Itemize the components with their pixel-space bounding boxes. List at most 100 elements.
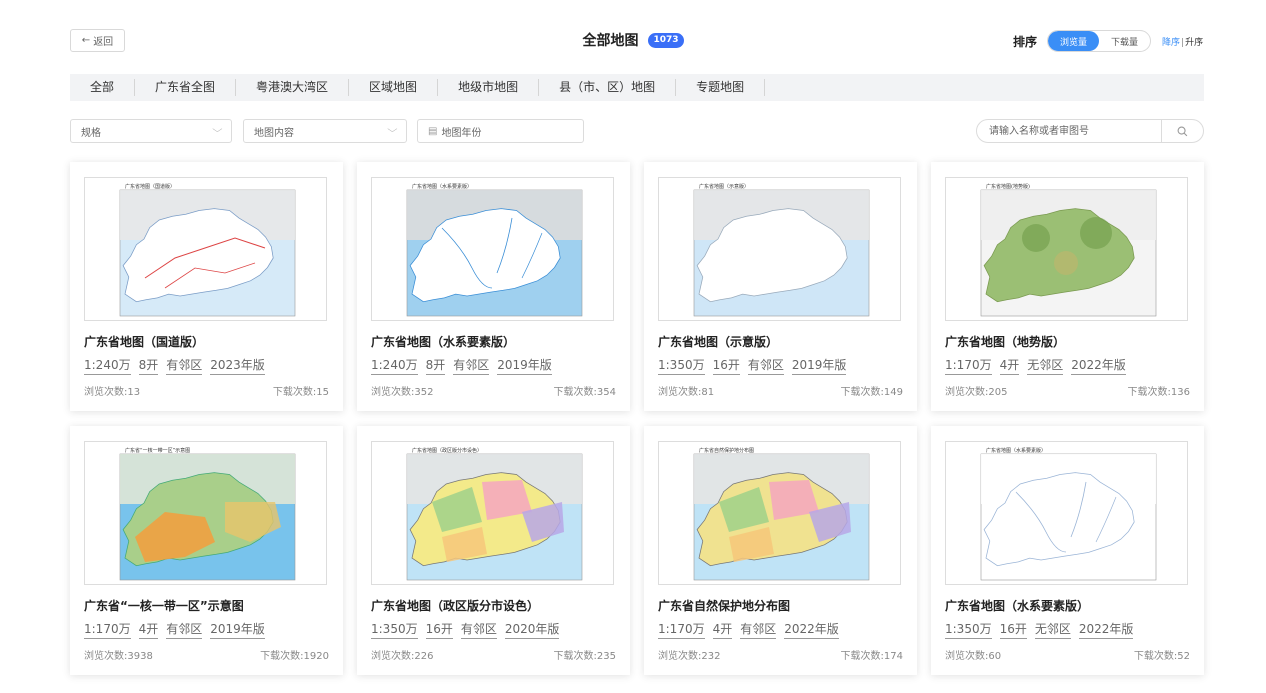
calendar-icon: ▤	[428, 125, 438, 137]
map-thumbnail[interactable]: 广东省地图（政区版分市设色）	[371, 441, 614, 585]
category-tab[interactable]: 全部	[70, 79, 136, 96]
scale-select[interactable]: 规格 ⌵	[70, 119, 232, 143]
view-count: 浏览次数:352	[371, 387, 434, 398]
category-nav: 全部 广东省全图 粤港澳大湾区 区域地图 地级市地图 县（市、区）地图 专题地图	[70, 74, 1204, 101]
map-title[interactable]: 广东省自然保护地分布图	[658, 597, 903, 614]
sort-controls: 排序 浏览量 下载量 降序|升序	[1013, 29, 1203, 53]
size-tag[interactable]: 8开	[138, 356, 159, 375]
scale-tag[interactable]: 1:170万	[658, 620, 705, 639]
map-title[interactable]: 广东省地图（地势版）	[945, 333, 1190, 350]
map-thumbnail[interactable]: 广东省地图（国道版）	[84, 177, 327, 321]
size-tag[interactable]: 16开	[999, 620, 1027, 639]
sort-toggle: 浏览量 下载量	[1047, 30, 1152, 52]
scale-tag[interactable]: 1:170万	[84, 620, 131, 639]
map-thumbnail[interactable]: 广东省地图（水系要素版）	[945, 441, 1188, 585]
year-tag[interactable]: 2022年版	[1071, 356, 1126, 375]
map-stats: 浏览次数:205 下载次数:136	[945, 383, 1190, 398]
map-tags: 1:170万 4开 有邻区 2019年版	[84, 620, 329, 639]
neighbor-tag[interactable]: 无邻区	[1034, 620, 1071, 639]
download-count: 下载次数:52	[1133, 651, 1190, 662]
year-tag[interactable]: 2022年版	[784, 620, 839, 639]
map-card[interactable]: 广东省地图（水系要素版） 广东省地图（水系要素版） 1:350万 16开 无邻区 2022…	[931, 426, 1204, 675]
map-thumbnail[interactable]: 广东省自然保护地分布图	[658, 441, 901, 585]
category-tab[interactable]: 广东省全图	[135, 79, 237, 96]
order-desc-link[interactable]: 降序	[1162, 38, 1180, 48]
category-tab[interactable]: 区域地图	[349, 79, 439, 96]
size-tag[interactable]: 8开	[425, 356, 446, 375]
map-caption: 广东省地图（水系要素版）	[986, 447, 1046, 454]
view-count: 浏览次数:13	[84, 387, 141, 398]
map-tags: 1:350万 16开 无邻区 2022年版	[945, 620, 1190, 639]
scale-tag[interactable]: 1:240万	[84, 356, 131, 375]
map-thumbnail[interactable]: 广东省地图（示意版）	[658, 177, 901, 321]
sort-by-downloads-button[interactable]: 下载量	[1099, 31, 1150, 51]
scale-tag[interactable]: 1:170万	[945, 356, 992, 375]
view-count: 浏览次数:226	[371, 651, 434, 662]
sort-label: 排序	[1013, 34, 1038, 49]
size-tag[interactable]: 4开	[138, 620, 159, 639]
size-tag[interactable]: 4开	[999, 356, 1020, 375]
size-tag[interactable]: 16开	[712, 356, 740, 375]
map-caption: 广东省“一核一带一区”示意图	[125, 447, 190, 454]
year-tag[interactable]: 2019年版	[210, 620, 265, 639]
order-switch: 降序|升序	[1162, 35, 1203, 48]
count-badge: 1073	[648, 32, 684, 48]
size-tag[interactable]: 4开	[712, 620, 733, 639]
map-title[interactable]: 广东省“一核一带一区”示意图	[84, 597, 329, 614]
category-tab[interactable]: 专题地图	[676, 79, 766, 96]
map-title[interactable]: 广东省地图（政区版分市设色）	[371, 597, 616, 614]
map-caption: 广东省地图（水系要素版）	[412, 183, 472, 190]
view-count: 浏览次数:205	[945, 387, 1008, 398]
category-tab[interactable]: 县（市、区）地图	[539, 79, 677, 96]
scale-tag[interactable]: 1:350万	[945, 620, 992, 639]
map-card[interactable]: 广东省地图（国道版） 广东省地图（国道版） 1:240万 8开 有邻区 2023年版浏览次…	[70, 162, 343, 411]
category-tab[interactable]: 地级市地图	[438, 79, 540, 96]
map-thumbnail[interactable]: 广东省“一核一带一区”示意图	[84, 441, 327, 585]
scale-tag[interactable]: 1:240万	[371, 356, 418, 375]
view-count: 浏览次数:232	[658, 651, 721, 662]
neighbor-tag[interactable]: 有邻区	[460, 620, 497, 639]
neighbor-tag[interactable]: 有邻区	[453, 356, 490, 375]
map-title[interactable]: 广东省地图（示意版）	[658, 333, 903, 350]
size-tag[interactable]: 16开	[425, 620, 453, 639]
map-card[interactable]: 广东省地图（水系要素版） 广东省地图（水系要素版） 1:240万 8开 有邻区 2019年…	[357, 162, 630, 411]
year-tag[interactable]: 2019年版	[791, 356, 847, 375]
map-card[interactable]: 广东省“一核一带一区”示意图 广东省“一核一带一区”示意图 1:170万 4开 有邻区 2…	[70, 426, 343, 675]
map-card[interactable]: 广东省地图（示意版） 广东省地图（示意版） 1:350万 16开 有邻区 2019年版浏览…	[644, 162, 917, 411]
map-title[interactable]: 广东省地图（水系要素版）	[945, 597, 1190, 614]
year-tag[interactable]: 2019年版	[497, 356, 552, 375]
year-tag[interactable]: 2023年版	[210, 356, 265, 375]
map-card[interactable]: 广东省自然保护地分布图 广东省自然保护地分布图 1:170万 4开 有邻区 2022年版浏…	[644, 426, 917, 675]
year-picker[interactable]: ▤ 地图年份	[417, 119, 584, 143]
map-tags: 1:170万 4开 无邻区 2022年版	[945, 356, 1190, 375]
map-stats: 浏览次数:81 下载次数:149	[658, 383, 903, 398]
neighbor-tag[interactable]: 无邻区	[1027, 356, 1064, 375]
neighbor-tag[interactable]: 有邻区	[166, 356, 203, 375]
map-thumbnail[interactable]: 广东省地图（水系要素版）	[371, 177, 614, 321]
map-title[interactable]: 广东省地图（水系要素版）	[371, 333, 616, 350]
scale-select-label: 规格	[81, 127, 101, 139]
map-title[interactable]: 广东省地图（国道版）	[84, 333, 329, 350]
map-thumbnail[interactable]: 广东省地图(地势版)	[945, 177, 1188, 321]
content-select[interactable]: 地图内容 ⌵	[243, 119, 407, 143]
view-count: 浏览次数:3938	[84, 651, 153, 662]
year-tag[interactable]: 2022年版	[1078, 620, 1134, 639]
back-button[interactable]: ← 返回	[70, 29, 125, 52]
order-asc-link[interactable]: 升序	[1185, 38, 1203, 48]
category-tab[interactable]: 粤港澳大湾区	[236, 79, 350, 96]
map-card[interactable]: 广东省地图(地势版) 广东省地图（地势版） 1:170万 4开 无邻区 2022年版浏览次…	[931, 162, 1204, 411]
map-caption: 广东省地图（国道版）	[125, 183, 175, 190]
map-card[interactable]: 广东省地图（政区版分市设色） 广东省地图（政区版分市设色） 1:350万 16开 有邻区…	[357, 426, 630, 675]
download-count: 下载次数:15	[272, 387, 329, 398]
neighbor-tag[interactable]: 有邻区	[747, 356, 784, 375]
sort-by-views-button[interactable]: 浏览量	[1048, 31, 1100, 51]
search-input[interactable]	[977, 120, 1162, 142]
map-tags: 1:240万 8开 有邻区 2019年版	[371, 356, 616, 375]
scale-tag[interactable]: 1:350万	[371, 620, 418, 639]
neighbor-tag[interactable]: 有邻区	[166, 620, 203, 639]
scale-tag[interactable]: 1:350万	[658, 356, 705, 375]
search-button[interactable]	[1161, 120, 1203, 142]
map-tags: 1:350万 16开 有邻区 2020年版	[371, 620, 616, 639]
neighbor-tag[interactable]: 有邻区	[740, 620, 777, 639]
year-tag[interactable]: 2020年版	[504, 620, 560, 639]
